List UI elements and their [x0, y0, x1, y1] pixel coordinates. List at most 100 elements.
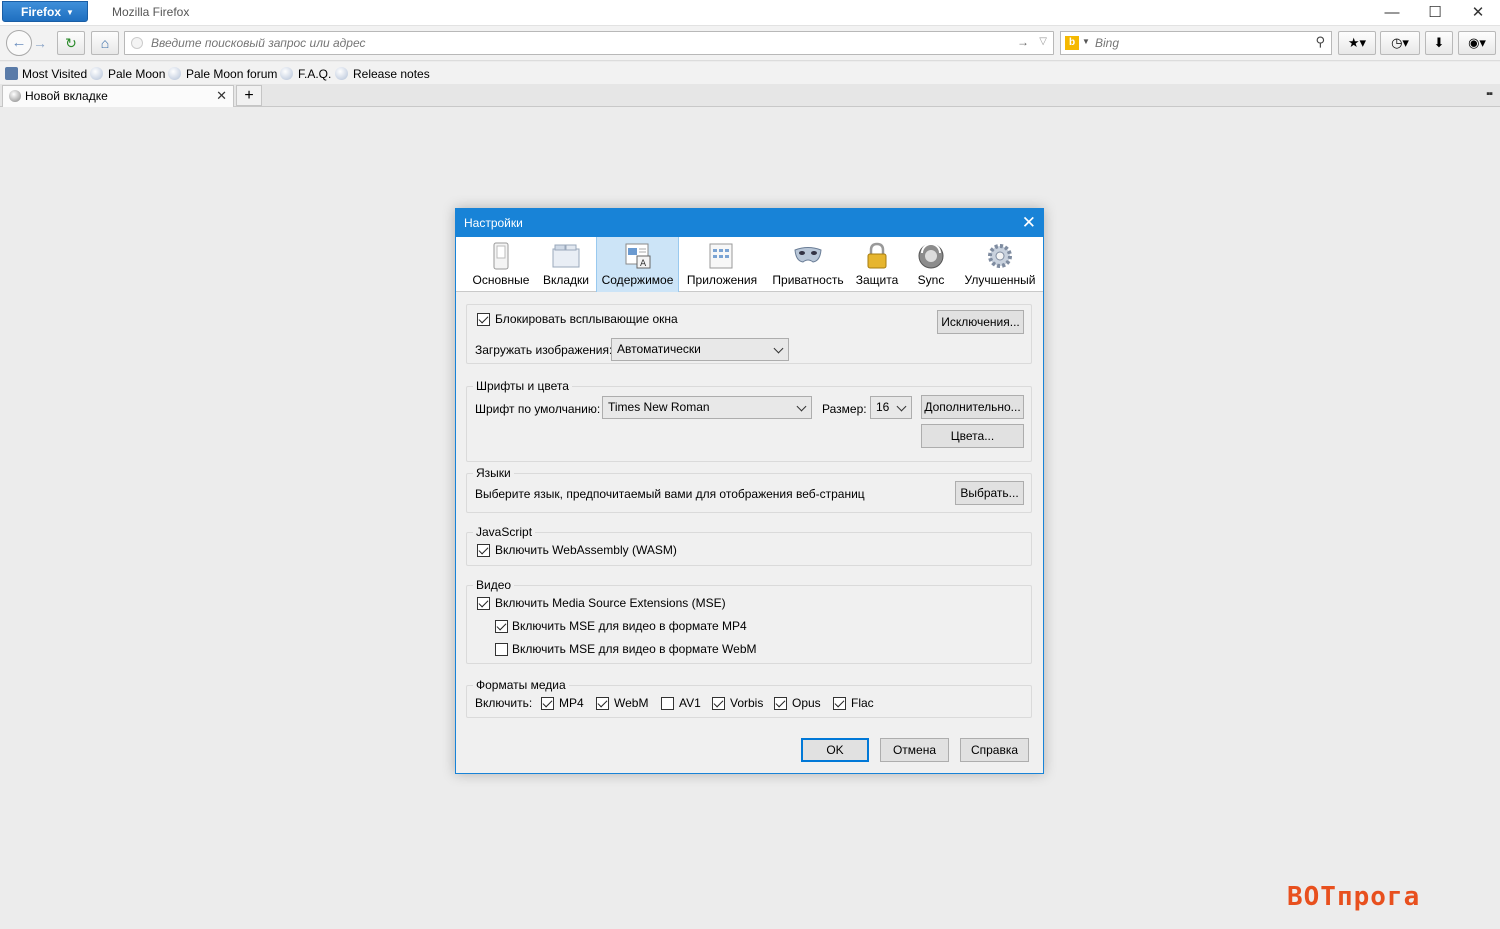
mask-icon [794, 247, 822, 263]
maximize-button[interactable]: ☐ [1413, 0, 1457, 26]
history-button[interactable]: ◷▾ [1380, 31, 1420, 55]
font-size-value: 16 [876, 400, 890, 414]
tab-close-icon[interactable]: ✕ [216, 86, 227, 106]
load-images-select[interactable]: Автоматически [611, 338, 789, 361]
advanced-fonts-button[interactable]: Дополнительно... [921, 395, 1024, 419]
search-bar[interactable]: b ▼ ⚲ [1060, 31, 1332, 55]
bookmark-pale-moon[interactable]: Pale Moon [90, 66, 165, 82]
chevron-down-icon [796, 401, 807, 412]
svg-text:A: A [640, 259, 647, 269]
video-group: Видео Включить Media Source Extensions (… [466, 578, 1032, 664]
enable-formats-label: Включить: [475, 696, 533, 710]
tabs-icon [552, 244, 580, 268]
format-mp4-checkbox[interactable] [541, 697, 554, 710]
exceptions-button[interactable]: Исключения... [937, 310, 1024, 334]
pane-advanced[interactable]: Улучшенный [962, 237, 1038, 292]
bookmark-label: Pale Moon forum [186, 67, 278, 81]
bing-logo-icon[interactable]: b [1065, 36, 1079, 50]
search-input[interactable] [1093, 34, 1303, 52]
list-all-tabs-icon[interactable]: ▪▪ [1486, 88, 1493, 100]
close-window-button[interactable]: ✕ [1456, 0, 1500, 26]
bookmark-star-icon: ★▾ [1347, 35, 1367, 50]
bookmarks-star-button[interactable]: ★▾ [1338, 31, 1376, 55]
back-button[interactable]: ← [6, 30, 32, 56]
bookmark-release-notes[interactable]: Release notes [335, 66, 430, 82]
wasm-checkbox[interactable] [477, 544, 490, 557]
default-font-value: Times New Roman [608, 400, 710, 414]
bookmark-label: Most Visited [22, 67, 88, 81]
pane-label: Вкладки [542, 273, 590, 287]
url-dropdown-icon[interactable]: ▽ [1039, 36, 1047, 47]
url-bar[interactable]: → ▽ [124, 31, 1054, 55]
arrow-left-icon: ← [11, 34, 27, 51]
format-vorbis-checkbox[interactable] [712, 697, 725, 710]
close-icon: ✕ [1471, 4, 1485, 21]
reload-button[interactable]: ↻ [57, 31, 85, 55]
format-webm-checkbox[interactable] [596, 697, 609, 710]
cancel-button[interactable]: Отмена [880, 738, 949, 762]
block-popups-checkbox[interactable] [477, 313, 490, 326]
pane-label: Улучшенный [964, 273, 1036, 287]
javascript-group: JavaScript Включить WebAssembly (WASM) [466, 525, 1032, 566]
home-button[interactable]: ⌂ [91, 31, 119, 55]
go-arrow-icon[interactable]: → [1017, 35, 1029, 49]
preferences-dialog: Настройки ✕ Основные Вкладки A Содержимо… [455, 208, 1044, 774]
languages-caption: Языки [473, 466, 514, 480]
mse-webm-checkbox[interactable] [495, 643, 508, 656]
default-font-select[interactable]: Times New Roman [602, 396, 812, 419]
arrow-right-icon: → [33, 35, 47, 51]
pane-sync[interactable]: Sync [908, 237, 954, 292]
reload-icon: ↻ [65, 35, 77, 51]
pane-label: Содержимое [601, 273, 674, 287]
home-icon: ⌂ [100, 35, 110, 51]
plus-icon: + [244, 87, 254, 104]
font-size-select[interactable]: 16 [870, 396, 912, 419]
block-popups-label: Блокировать всплывающие окна [495, 312, 678, 326]
mse-webm-label: Включить MSE для видео в формате WebM [512, 642, 757, 656]
pane-tabs[interactable]: Вкладки [538, 237, 594, 292]
format-label: Vorbis [730, 696, 764, 710]
pane-general[interactable]: Основные [468, 237, 534, 292]
wasm-label: Включить WebAssembly (WASM) [495, 543, 677, 557]
colors-button[interactable]: Цвета... [921, 424, 1024, 448]
dialog-close-icon[interactable]: ✕ [1022, 209, 1036, 237]
pane-content[interactable]: A Содержимое [596, 237, 679, 292]
switch-icon [493, 242, 509, 270]
format-label: MP4 [559, 696, 584, 710]
pane-label: Основные [472, 273, 530, 287]
pane-security[interactable]: Защита [852, 237, 902, 292]
applications-icon [709, 243, 733, 269]
media-caption: Форматы медиа [473, 678, 569, 692]
title-bar: Firefox ▼ Mozilla Firefox — ☐ ✕ [0, 0, 1500, 26]
search-engine-dropdown-icon[interactable]: ▼ [1082, 37, 1090, 46]
tab-strip: Новой вкладке ✕ + ▪▪ [0, 84, 1500, 107]
format-label: AV1 [679, 696, 701, 710]
fonts-colors-group: Шрифты и цвета Шрифт по умолчанию: Times… [466, 379, 1032, 462]
default-font-label: Шрифт по умолчанию: [475, 402, 601, 416]
pane-applications[interactable]: Приложения [683, 237, 761, 292]
format-av1-checkbox[interactable] [661, 697, 674, 710]
bookmark-pale-moon-forum[interactable]: Pale Moon forum [168, 66, 277, 82]
minimize-button[interactable]: — [1370, 0, 1414, 26]
languages-group: Языки Выберите язык, предпочитаемый вами… [466, 466, 1032, 513]
firefox-menu-button[interactable]: Firefox ▼ [2, 1, 88, 22]
choose-languages-button[interactable]: Выбрать... [955, 481, 1024, 505]
ok-button[interactable]: OK [801, 738, 869, 762]
downloads-button[interactable]: ⬇ [1425, 31, 1453, 55]
url-input[interactable] [149, 34, 1009, 52]
search-icon[interactable]: ⚲ [1315, 34, 1325, 50]
load-images-label: Загружать изображения: [475, 343, 613, 357]
mse-mp4-checkbox[interactable] [495, 620, 508, 633]
tab-new-tab[interactable]: Новой вкладке ✕ [2, 85, 234, 107]
format-flac-checkbox[interactable] [833, 697, 846, 710]
bookmark-most-visited[interactable]: Most Visited [5, 66, 87, 82]
new-tab-button[interactable]: + [236, 85, 262, 106]
window-title: Mozilla Firefox [112, 5, 190, 19]
forward-button[interactable]: → [33, 35, 47, 51]
addons-button[interactable]: ◉▾ [1458, 31, 1496, 55]
bookmark-faq[interactable]: F.A.Q. [280, 66, 331, 82]
pane-privacy[interactable]: Приватность [770, 237, 846, 292]
help-button[interactable]: Справка [960, 738, 1029, 762]
mse-checkbox[interactable] [477, 597, 490, 610]
format-opus-checkbox[interactable] [774, 697, 787, 710]
